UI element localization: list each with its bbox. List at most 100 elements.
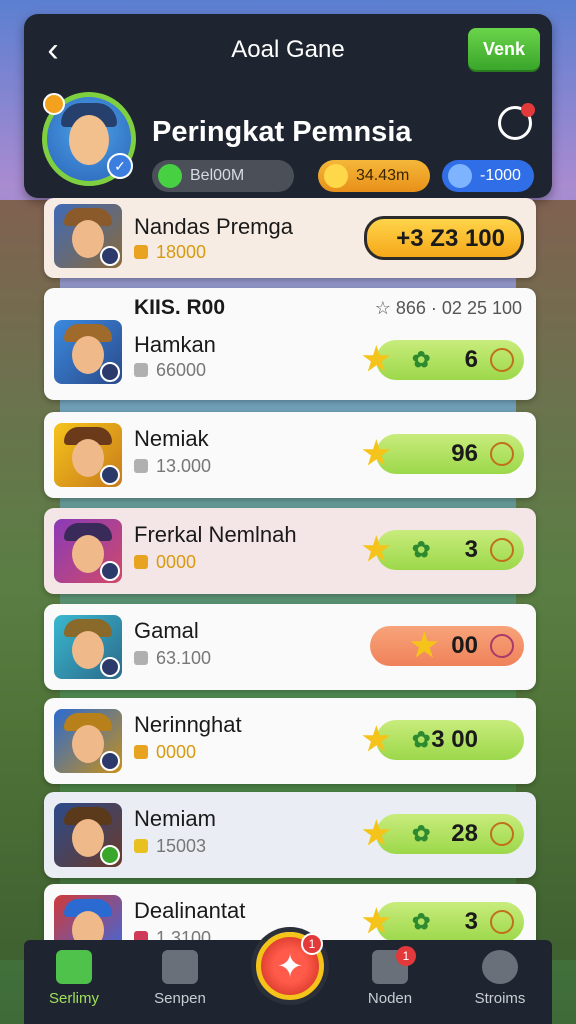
timer-icon (490, 822, 514, 846)
clover-icon: ✿ (412, 727, 431, 752)
badge-icon (490, 634, 514, 658)
player-name: Nemiam (134, 806, 216, 831)
box-icon (162, 950, 198, 984)
star-icon: ★ (362, 341, 391, 377)
player-points-value: 15003 (156, 836, 207, 856)
star-icon: ★ (410, 627, 439, 663)
player-name: Nerinnghat (134, 712, 242, 737)
tab-label: Noden (367, 990, 413, 1007)
player-name: Gamal (134, 618, 199, 643)
avatar-face (69, 115, 109, 165)
stat-value: 34.43m (356, 167, 410, 184)
timer-icon (490, 348, 514, 372)
score-pill: ★ 96 (362, 434, 524, 474)
chat-icon[interactable] (498, 103, 535, 140)
portrait-face (72, 220, 104, 258)
portrait-face (72, 819, 104, 857)
star-icon: ★ (362, 435, 391, 471)
player-portrait (54, 204, 122, 268)
list-item[interactable]: Nandas Premga 18000 +3 Z3 100 (44, 198, 536, 278)
player-name: Dealinantat (134, 898, 246, 923)
tab-home[interactable]: Serlimy (26, 950, 122, 1020)
timer-icon (490, 910, 514, 934)
score-value: 28 (451, 820, 478, 847)
rank-badge-icon (100, 561, 120, 581)
list-item[interactable]: Nemiam 15003 ★ ✿ 28 (44, 792, 536, 878)
score-pill: ★ ✿ 3 (362, 530, 524, 570)
player-points-value: 13.000 (156, 456, 212, 476)
list-item[interactable]: Frerkal Nemlnah 0000 ★ ✿ 3 (44, 508, 536, 594)
leaderboard-list[interactable]: Nandas Premga 18000 +3 Z3 100 KIIS. R00 … (0, 198, 576, 944)
player-points: 63.100 (134, 648, 211, 669)
list-item[interactable]: KIIS. R00 ☆ 866 · 02 25 100 Hamkan 66000… (44, 288, 536, 400)
player-portrait (54, 423, 122, 487)
verified-check-icon: ✓ (107, 153, 133, 179)
gem-icon (134, 363, 148, 377)
stat-gold-currency[interactable]: 34.43m (318, 160, 430, 192)
star-icon: ★ (362, 531, 391, 567)
chest-icon (134, 459, 148, 473)
stat-value: Bel00M (190, 167, 245, 184)
stat-green-currency[interactable]: Bel00M (152, 160, 294, 192)
coin-green-icon (158, 164, 182, 188)
center-action-button[interactable]: ✦ 1 (256, 932, 324, 1000)
stat-blue-currency[interactable]: -1000 (442, 160, 534, 192)
bottom-tab-bar: Serlimy Senpen ✦ 1 1 Noden Stroims (24, 932, 552, 1024)
list-item[interactable]: Gamal 63.100 ★ 00 (44, 604, 536, 690)
player-points: 15003 (134, 836, 206, 857)
score-pill: ★ ✿ 3 00 (362, 720, 524, 760)
coin-gold-icon (324, 164, 348, 188)
player-points: 0000 (134, 552, 196, 573)
player-portrait (54, 615, 122, 679)
clover-icon: ✿ (412, 909, 431, 934)
coin-icon (134, 555, 148, 569)
score-value: 96 (451, 440, 478, 467)
tab-shop[interactable]: 1 Noden (342, 946, 438, 1020)
chest-icon (134, 245, 148, 259)
player-portrait (54, 519, 122, 583)
portrait-face (72, 725, 104, 763)
player-points: 0000 (134, 742, 196, 763)
player-name: Nandas Premga (134, 214, 293, 239)
tab-label: Serlimy (48, 990, 99, 1007)
portrait-face (72, 535, 104, 573)
portrait-face (72, 336, 104, 374)
rank-emblem-icon (43, 93, 65, 115)
notification-badge: 1 (301, 933, 323, 955)
player-points-value: 0000 (156, 742, 197, 762)
clover-icon: ✿ (412, 821, 431, 846)
score-value: 3 00 (431, 726, 478, 753)
player-name: Hamkan (134, 332, 216, 357)
menu-button[interactable]: Venk (468, 28, 540, 70)
player-portrait (54, 895, 122, 944)
rank-badge-icon (100, 465, 120, 485)
tab-label: Stroims (474, 990, 526, 1007)
player-points-value: 63.100 (156, 648, 212, 668)
stat-value: -1000 (480, 167, 521, 184)
tab-inventory[interactable]: Senpen (132, 950, 228, 1020)
list-item[interactable]: Nemiak 13.000 ★ 96 (44, 412, 536, 498)
rank-badge-icon (100, 246, 120, 266)
score-value: 6 (464, 346, 478, 373)
gem-icon (134, 745, 148, 759)
star-icon: ★ (362, 815, 391, 851)
player-avatar[interactable]: ✓ (42, 92, 136, 186)
player-portrait (54, 320, 122, 384)
chest-icon (134, 651, 148, 665)
list-item[interactable]: Nerinnghat 0000 ★ ✿ 3 00 (44, 698, 536, 784)
player-title: KIIS. R00 (134, 296, 226, 319)
trophy-icon (134, 839, 148, 853)
tab-search[interactable]: Stroims (452, 950, 548, 1020)
player-points: 66000 (134, 360, 206, 381)
portrait-face (72, 439, 104, 477)
player-stat-line: ☆ 866 · 02 25 100 (374, 298, 522, 318)
player-points: 13.000 (134, 456, 211, 477)
notification-badge: 1 (396, 946, 416, 966)
player-portrait (54, 803, 122, 867)
player-points-value: 0000 (156, 552, 197, 572)
player-name: Frerkal Nemlnah (134, 522, 297, 547)
score-pill: +3 Z3 100 (364, 216, 524, 260)
score-value: 00 (451, 632, 478, 659)
portrait-face (72, 631, 104, 669)
score-pill: ★ ✿ 28 (362, 814, 524, 854)
